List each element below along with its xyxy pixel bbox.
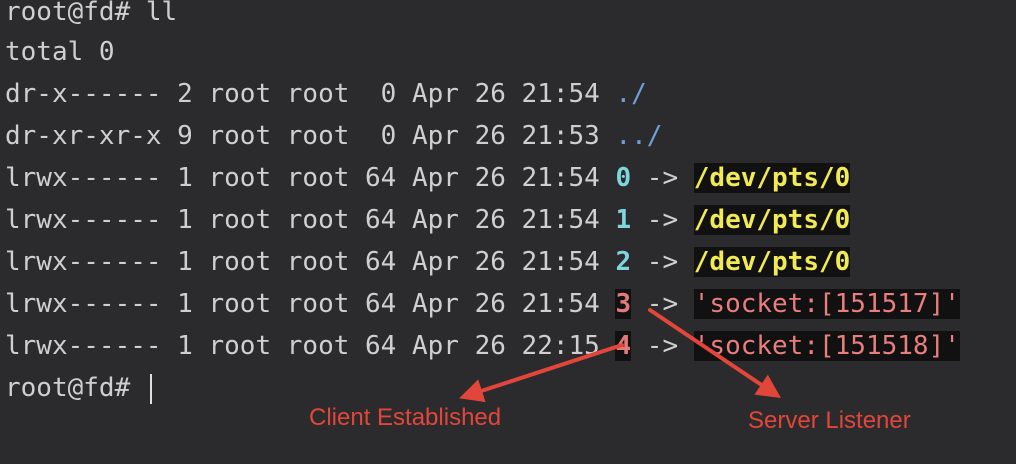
symlink-arrow: -> — [631, 205, 694, 235]
symlink-target: /dev/pts/0 — [693, 163, 851, 193]
symlink-target: 'socket:[151518]' — [693, 331, 960, 361]
listing-row: lrwx------ 1 root root 64 Apr 26 21:54 1… — [5, 199, 851, 241]
prompt-text: root@fd# — [5, 373, 146, 403]
symlink-arrow: -> — [631, 247, 694, 277]
listing-row: lrwx------ 1 root root 64 Apr 26 22:15 4… — [5, 325, 960, 367]
listing-row: lrwx------ 1 root root 64 Apr 26 21:54 3… — [5, 283, 960, 325]
terminal-window[interactable]: root@fd# ll total 0 dr-x------ 2 root ro… — [0, 0, 1016, 464]
entry-meta: lrwx------ 1 root root 64 Apr 26 21:54 — [5, 289, 616, 319]
listing-row: lrwx------ 1 root root 64 Apr 26 21:54 0… — [5, 157, 851, 199]
symlink-arrow: -> — [631, 163, 694, 193]
entry-meta: lrwx------ 1 root root 64 Apr 26 21:54 — [5, 247, 616, 277]
entry-meta: lrwx------ 1 root root 64 Apr 26 22:15 — [5, 331, 616, 361]
text-cursor — [149, 373, 152, 404]
total-line: total 0 — [5, 31, 115, 73]
entry-meta: lrwx------ 1 root root 64 Apr 26 21:54 — [5, 163, 616, 193]
symlink-target: /dev/pts/0 — [693, 205, 851, 235]
symlink-target: 'socket:[151517]' — [693, 289, 960, 319]
entry-meta: dr-xr-xr-x 9 root root 0 Apr 26 21:53 — [5, 121, 616, 151]
entry-meta: dr-x------ 2 root root 0 Apr 26 21:54 — [5, 79, 616, 109]
prompt-line[interactable]: root@fd# — [5, 367, 152, 409]
fd-number: 3 — [615, 289, 632, 319]
command-text: root@fd# ll — [5, 0, 178, 27]
entry-meta: lrwx------ 1 root root 64 Apr 26 21:54 — [5, 205, 616, 235]
fd-number: 2 — [615, 247, 632, 277]
fd-number: 0 — [615, 163, 632, 193]
total-text: total 0 — [5, 37, 115, 67]
entry-name: ./ — [615, 79, 647, 109]
fd-number: 4 — [615, 331, 632, 361]
symlink-arrow: -> — [631, 331, 694, 361]
symlink-arrow: -> — [631, 289, 694, 319]
client-established-label: Client Established — [309, 404, 502, 431]
symlink-target: /dev/pts/0 — [693, 247, 851, 277]
server-listener-label: Server Listener — [748, 407, 911, 434]
entry-name: ../ — [615, 121, 663, 151]
listing-row: lrwx------ 1 root root 64 Apr 26 21:54 2… — [5, 241, 851, 283]
fd-number: 1 — [615, 205, 632, 235]
listing-row: dr-x------ 2 root root 0 Apr 26 21:54 ./ — [5, 73, 647, 115]
listing-row: dr-xr-xr-x 9 root root 0 Apr 26 21:53 ..… — [5, 115, 662, 157]
command-line: root@fd# ll — [5, 0, 177, 33]
